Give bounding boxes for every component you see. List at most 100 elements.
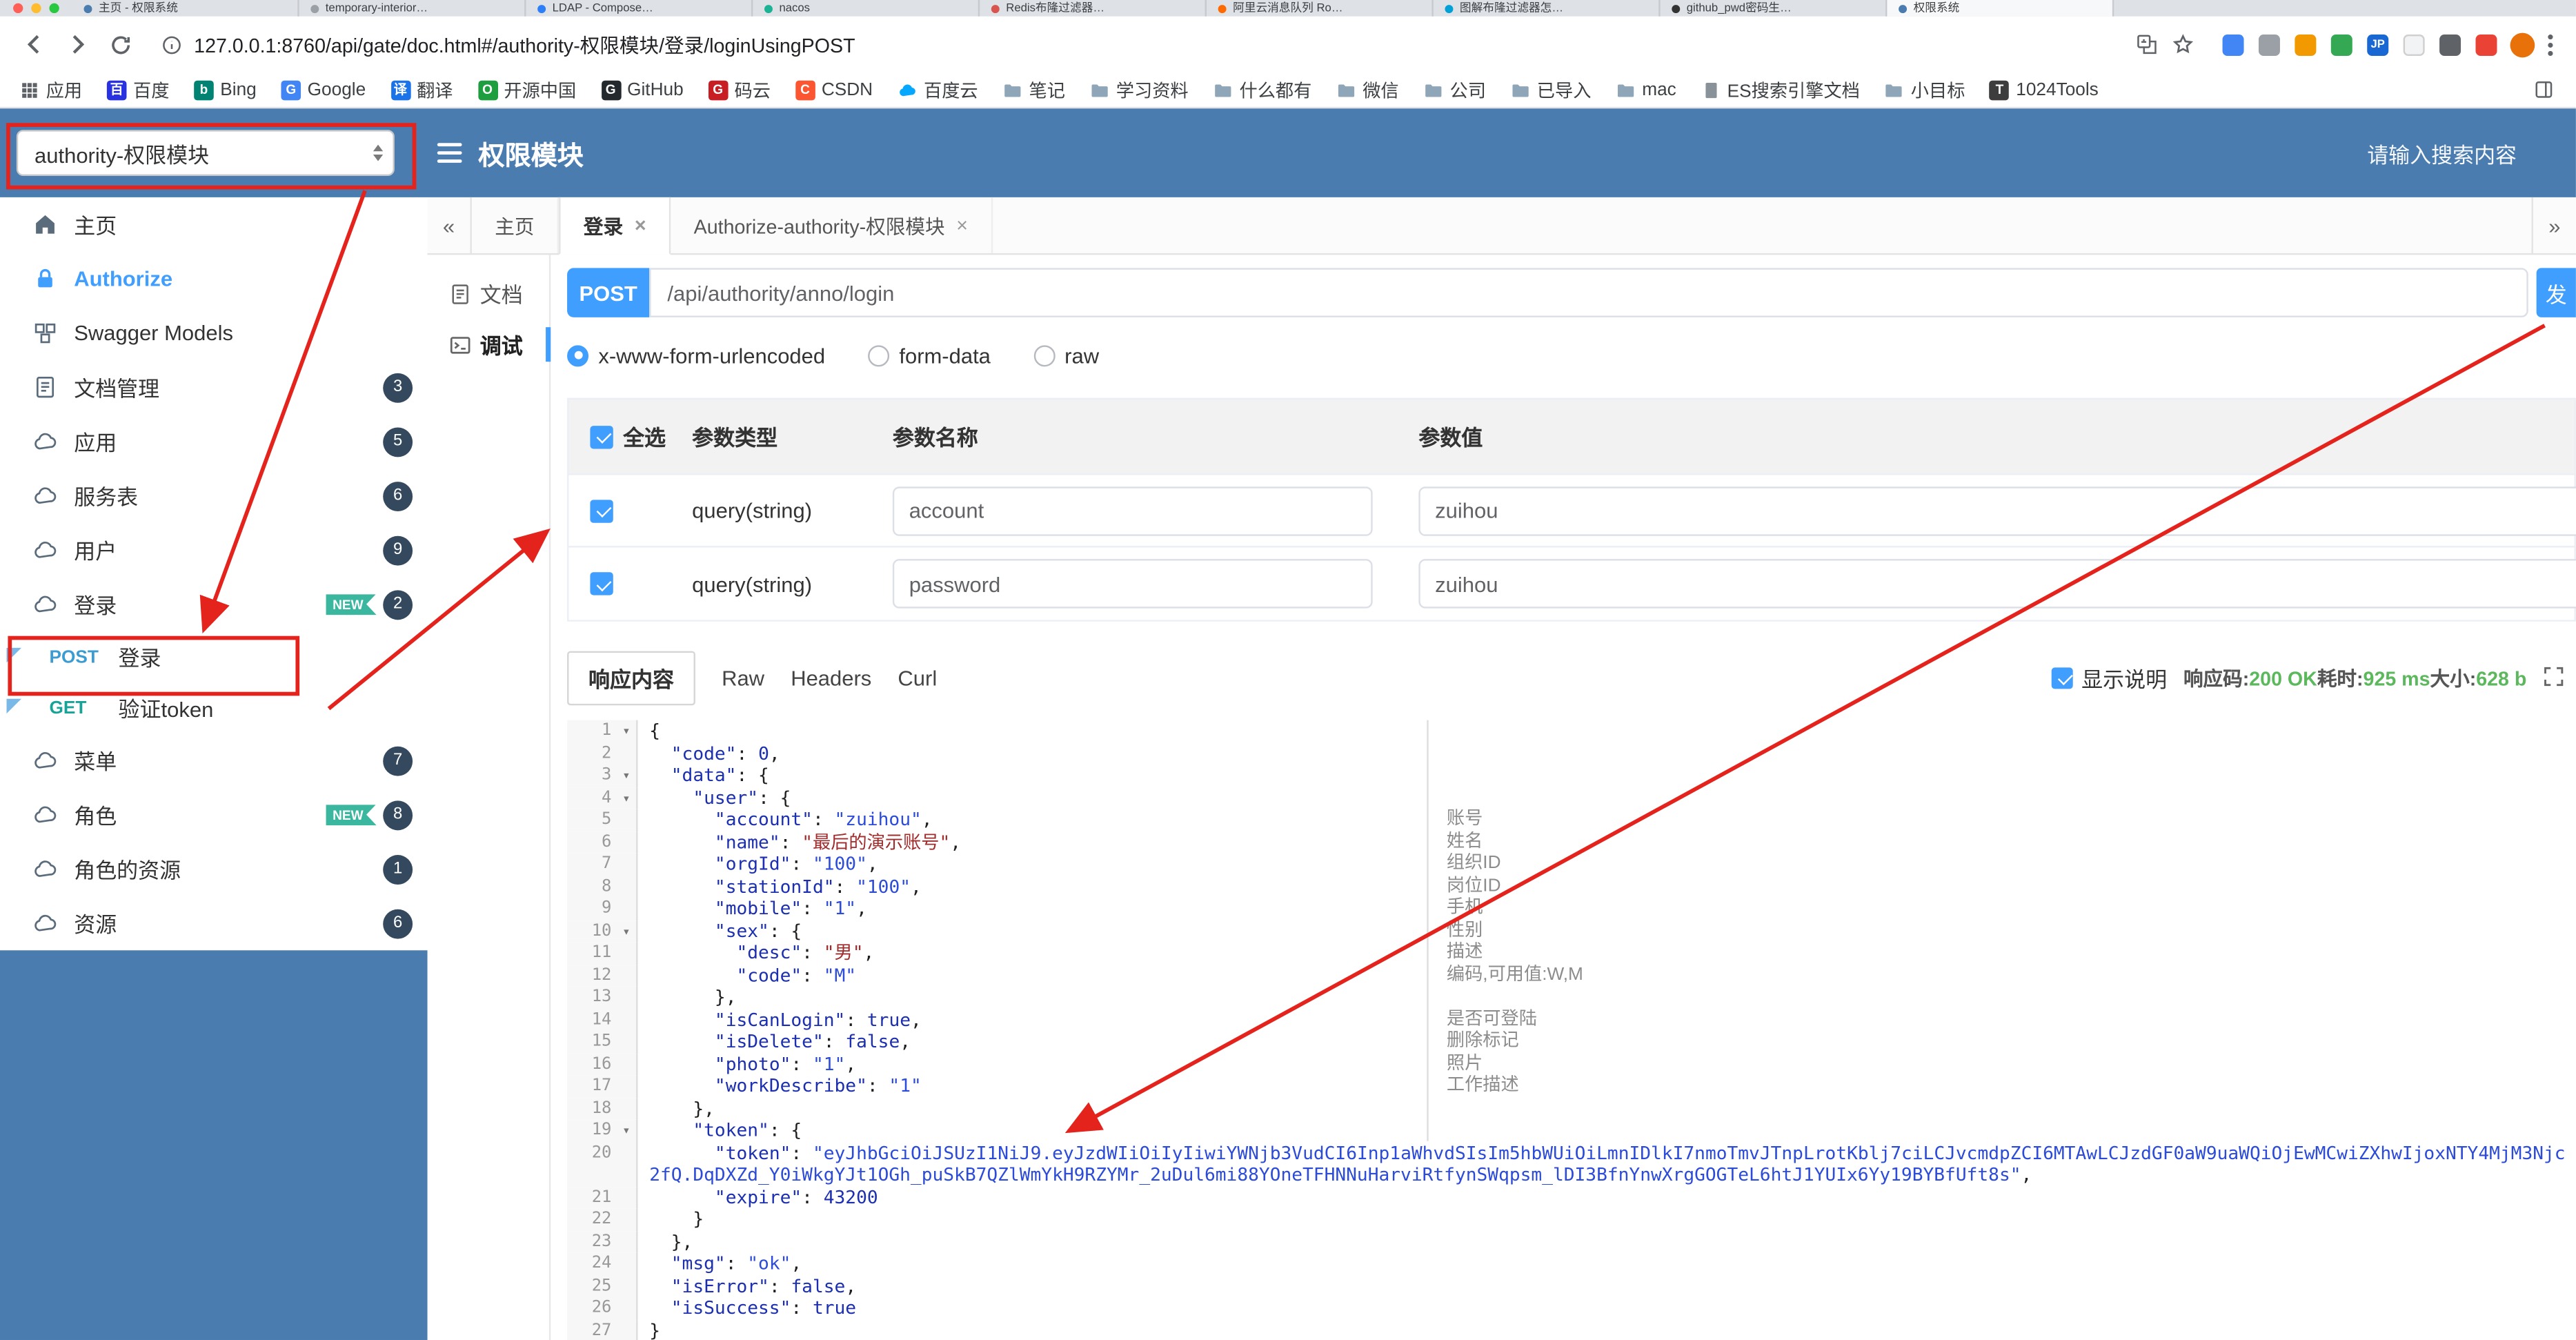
translate-icon[interactable]: [2134, 31, 2160, 57]
extension-icon-3[interactable]: [2295, 33, 2317, 55]
bookmark-item-5[interactable]: 译翻译: [390, 77, 453, 103]
show-description-checkbox[interactable]: 显示说明: [2052, 662, 2167, 693]
param-name-input[interactable]: [892, 486, 1373, 535]
extension-icon-7[interactable]: [2439, 33, 2461, 55]
select-all-checkbox[interactable]: [590, 424, 613, 449]
close-icon[interactable]: ×: [635, 214, 646, 237]
bookmark-item-20[interactable]: T 1024Tools: [1990, 79, 2099, 100]
tab-response-body[interactable]: 响应内容: [567, 650, 695, 705]
browser-tab-2[interactable]: temporary-interior…: [299, 0, 526, 17]
bookmark-item-3[interactable]: b Bing: [194, 79, 257, 100]
browser-tab-9[interactable]: 权限系统: [1887, 0, 2114, 17]
fold-caret[interactable]: ▾: [616, 765, 638, 787]
window-controls[interactable]: [0, 3, 72, 14]
tab-headers[interactable]: Headers: [791, 665, 871, 690]
browser-tab-3[interactable]: LDAP - Compose…: [526, 0, 753, 17]
sidebar-item-authorize[interactable]: Authorize: [0, 252, 428, 306]
bookmark-item-6[interactable]: O 开源中国: [477, 77, 576, 103]
sidebar-item-menu[interactable]: 菜单 7: [0, 733, 428, 788]
tab-debug[interactable]: 调试: [428, 319, 551, 370]
radio-form-data[interactable]: form-data: [868, 343, 991, 368]
extension-icon-1[interactable]: [2222, 33, 2244, 55]
radio-x-www-form-urlencoded[interactable]: x-www-form-urlencoded: [567, 343, 825, 368]
bookmark-item-17[interactable]: mac: [1616, 80, 1676, 99]
extension-icon-6[interactable]: [2403, 33, 2425, 55]
bookmark-item-16[interactable]: 已导入: [1511, 77, 1591, 103]
request-url-input[interactable]: [649, 268, 2528, 317]
tab-authorize-module[interactable]: Authorize-authority-权限模块 ×: [671, 197, 993, 253]
extension-icon-4[interactable]: [2330, 33, 2352, 55]
bookmark-item-11[interactable]: 笔记: [1002, 77, 1065, 103]
bookmark-star-icon[interactable]: [2170, 31, 2196, 57]
bookmark-item-12[interactable]: 学习资料: [1090, 77, 1189, 103]
sidebar-item-verify-token-get[interactable]: GET 验证token: [0, 682, 428, 733]
window-close-icon[interactable]: [13, 3, 23, 14]
sidebar-item-service[interactable]: 服务表 6: [0, 469, 428, 523]
fold-caret[interactable]: ▾: [616, 720, 638, 742]
browser-tab-7[interactable]: 图解布隆过滤器怎…: [1434, 0, 1661, 17]
url-bar[interactable]: 127.0.0.1:8760/api/gate/doc.html#/author…: [145, 23, 2210, 66]
fullscreen-icon[interactable]: [2543, 666, 2566, 689]
param-name-input[interactable]: [892, 559, 1373, 609]
tab-curl[interactable]: Curl: [898, 665, 937, 690]
tab-login[interactable]: 登录 ×: [559, 197, 671, 255]
tab-home[interactable]: 主页: [472, 197, 559, 253]
browser-tab-5[interactable]: Redis布隆过滤器…: [980, 0, 1207, 17]
bookmark-item-18[interactable]: ES搜索引擎文档: [1701, 77, 1860, 103]
param-value-input[interactable]: [1418, 486, 2576, 535]
browser-menu-icon[interactable]: [2542, 33, 2559, 55]
header-search-input[interactable]: 请输入搜索内容: [2367, 137, 2517, 168]
sidebar-item-login-post[interactable]: POST 登录: [0, 631, 428, 682]
bookmark-item-8[interactable]: G 码云: [708, 77, 771, 103]
extension-icon-2[interactable]: [2258, 33, 2280, 55]
row-checkbox[interactable]: [590, 572, 613, 595]
sidebar-item-user[interactable]: 用户 9: [0, 523, 428, 578]
sidebar-item-login[interactable]: 登录 NEW 2: [0, 577, 428, 631]
radio-raw[interactable]: raw: [1033, 343, 1099, 368]
tabs-collapse-button[interactable]: «: [428, 197, 472, 253]
fold-caret[interactable]: ▾: [616, 787, 638, 809]
menu-icon[interactable]: [437, 143, 462, 163]
close-icon[interactable]: ×: [956, 214, 968, 237]
window-zoom-icon[interactable]: [49, 3, 59, 14]
bookmark-item-7[interactable]: G GitHub: [600, 79, 684, 100]
bookmark-item-13[interactable]: 什么都有: [1213, 77, 1311, 103]
tabs-expand-button[interactable]: »: [2531, 197, 2576, 253]
sidebar-item-swagger-models[interactable]: Swagger Models: [0, 306, 428, 360]
sidebar-item-home[interactable]: 主页: [0, 197, 428, 252]
sidebar-item-role[interactable]: 角色 NEW 8: [0, 787, 428, 842]
reading-list-icon[interactable]: [2530, 77, 2556, 103]
bookmark-item-9[interactable]: C CSDN: [795, 79, 873, 100]
extension-icon-8[interactable]: [2475, 33, 2497, 55]
bookmark-item-1[interactable]: 应用: [20, 77, 82, 103]
bookmark-item-2[interactable]: 百百度: [106, 77, 169, 103]
sidebar-item-role-resource[interactable]: 角色的资源 1: [0, 842, 428, 896]
bookmark-item-19[interactable]: 小目标: [1885, 77, 1965, 103]
row-checkbox[interactable]: [590, 499, 613, 522]
module-select[interactable]: authority-权限模块: [16, 130, 395, 176]
sidebar-item-doc-manage[interactable]: 文档管理 3: [0, 360, 428, 415]
sidebar-item-resource[interactable]: 资源 6: [0, 896, 428, 951]
bookmark-item-14[interactable]: 微信: [1336, 77, 1399, 103]
browser-tab-8[interactable]: github_pwd密码生…: [1661, 0, 1888, 17]
browser-tab-1[interactable]: 主页 - 权限系统: [72, 0, 299, 17]
bookmark-item-4[interactable]: G Google: [281, 79, 366, 100]
site-info-icon[interactable]: [158, 31, 184, 57]
browser-tab-4[interactable]: nacos: [753, 0, 980, 17]
forward-button[interactable]: [59, 26, 95, 62]
param-value-input[interactable]: [1418, 559, 2576, 609]
bookmark-item-15[interactable]: 公司: [1423, 77, 1486, 103]
profile-avatar[interactable]: [2510, 32, 2535, 57]
reload-button[interactable]: [102, 26, 138, 62]
sidebar-item-app[interactable]: 应用 5: [0, 414, 428, 469]
send-button[interactable]: 发: [2536, 268, 2576, 317]
tab-raw[interactable]: Raw: [722, 665, 764, 690]
bookmark-item-10[interactable]: 百度云: [898, 77, 978, 103]
tab-doc[interactable]: 文档: [428, 268, 549, 319]
window-minimize-icon[interactable]: [31, 3, 41, 14]
fold-caret[interactable]: ▾: [616, 920, 638, 943]
back-button[interactable]: [17, 26, 52, 62]
browser-tab-6[interactable]: 阿里云消息队列 Ro…: [1207, 0, 1434, 17]
extension-icon-5[interactable]: JP: [2367, 33, 2389, 55]
fold-caret[interactable]: ▾: [616, 1119, 638, 1142]
